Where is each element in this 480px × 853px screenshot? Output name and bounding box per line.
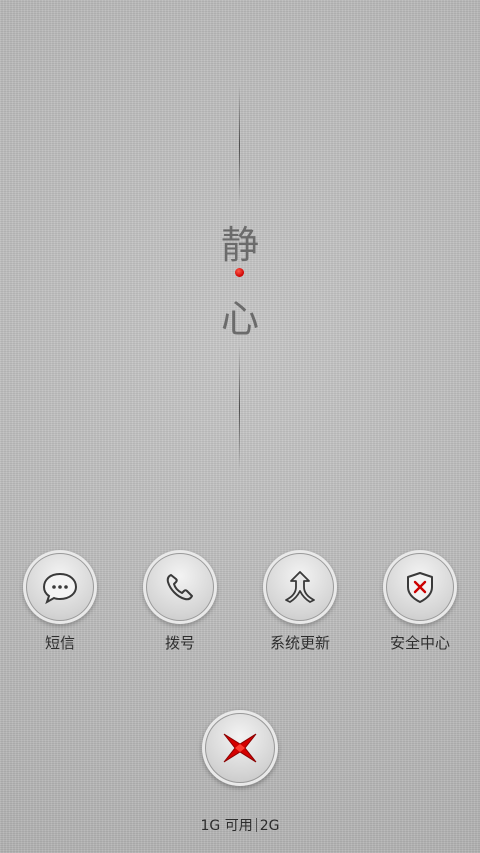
app-dialer[interactable]: 拨号	[120, 550, 240, 653]
memory-total: 2G	[259, 818, 280, 834]
wallpaper-char-top: 静	[220, 223, 259, 267]
memory-available-label: 可用	[224, 818, 253, 834]
phone-icon	[166, 574, 193, 601]
messages-button[interactable]	[23, 550, 97, 624]
wallpaper-char-bottom: 心	[220, 297, 259, 341]
shield-icon	[407, 572, 433, 603]
app-label: 拨号	[164, 634, 195, 652]
app-label: 系统更新	[269, 634, 330, 652]
memory-status: 1G 可用 2G	[0, 815, 480, 835]
app-system-update[interactable]: 系统更新	[240, 550, 360, 653]
security-center-button[interactable]	[383, 550, 457, 624]
memory-used: 1G	[200, 818, 221, 834]
system-update-button[interactable]	[263, 550, 337, 624]
memory-separator	[255, 818, 257, 832]
center-close-button[interactable]	[202, 710, 278, 786]
close-x-icon	[223, 733, 257, 763]
bottom-divider-line	[239, 345, 240, 470]
app-label: 安全中心	[389, 634, 450, 652]
update-arrows-icon	[285, 571, 315, 603]
app-security-center[interactable]: 安全中心	[360, 550, 480, 653]
red-dot	[235, 268, 244, 277]
app-label: 短信	[44, 634, 75, 652]
dialer-button[interactable]	[143, 550, 217, 624]
top-divider-line	[239, 85, 240, 205]
message-icon	[42, 572, 78, 605]
app-messages[interactable]: 短信	[0, 550, 120, 653]
